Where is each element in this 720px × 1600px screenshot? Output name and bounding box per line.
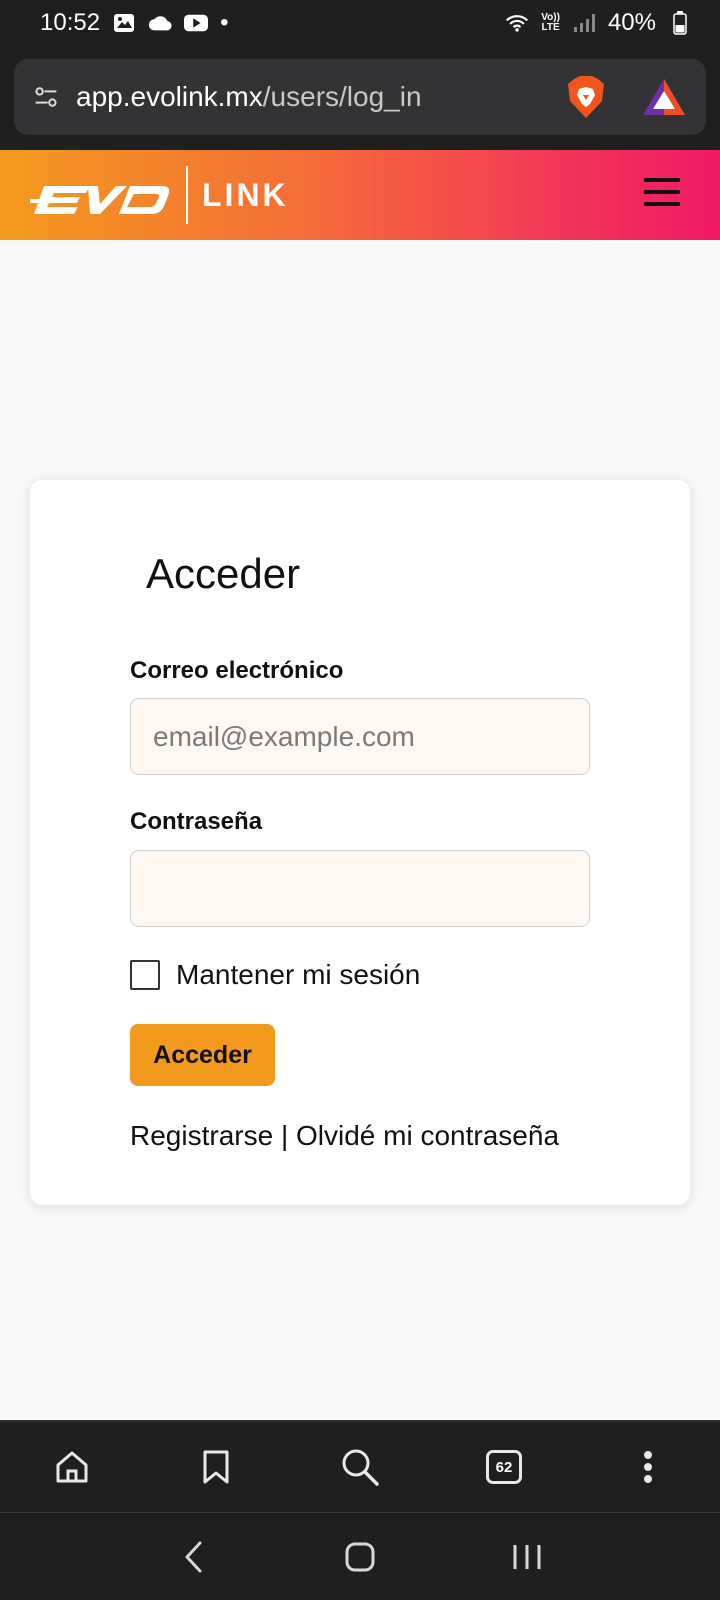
remember-me[interactable]: Mantener mi sesión	[130, 959, 420, 991]
hamburger-line	[644, 178, 680, 182]
more-button[interactable]	[620, 1439, 676, 1495]
register-link[interactable]: Registrarse	[130, 1120, 273, 1151]
status-bar: 10:52 • Vo)) LTE 40%	[0, 0, 720, 46]
forgot-password-link[interactable]: Olvidé mi contraseña	[296, 1120, 559, 1151]
submit-button[interactable]: Acceder	[130, 1024, 275, 1086]
status-time: 10:52	[40, 9, 101, 36]
gallery-icon	[112, 11, 136, 35]
bookmark-button[interactable]	[188, 1439, 244, 1495]
more-icon	[644, 1451, 652, 1483]
email-field[interactable]	[130, 698, 590, 775]
url-box[interactable]: app.evolink.mx/users/log_in	[14, 59, 706, 135]
system-nav-bar	[0, 1512, 720, 1600]
email-label: Correo electrónico	[130, 657, 344, 684]
password-field[interactable]	[130, 850, 590, 927]
remember-checkbox[interactable]	[130, 960, 160, 990]
browser-toolbar: 62	[0, 1420, 720, 1512]
wifi-icon	[505, 11, 529, 35]
home-nav-icon	[345, 1542, 375, 1571]
tabs-icon: 62	[486, 1450, 522, 1484]
password-label: Contraseña	[130, 808, 263, 835]
network-type: Vo)) LTE	[541, 13, 560, 33]
logo-divider	[186, 166, 188, 224]
login-card: Acceder Correo electrónico Contraseña Ma…	[30, 480, 690, 1205]
back-icon	[185, 1541, 202, 1572]
browser-address-bar: app.evolink.mx/users/log_in	[0, 46, 720, 150]
signal-icon	[572, 11, 596, 35]
battery-percent: 40%	[607, 9, 656, 36]
site-header: LINK	[0, 150, 720, 240]
remember-label: Mantener mi sesión	[176, 959, 421, 990]
auth-links: Registrarse | Olvidé mi contraseña	[130, 1120, 559, 1152]
bookmark-icon	[203, 1450, 229, 1484]
search-icon	[342, 1449, 379, 1486]
phone-screen: 10:52 • Vo)) LTE 40% app.evolink.mx/user…	[0, 0, 720, 1600]
cloud-icon	[148, 11, 172, 35]
site-settings-icon[interactable]	[34, 85, 58, 109]
evolink-logo[interactable]: LINK	[30, 166, 289, 224]
tabs-button[interactable]: 62	[476, 1439, 532, 1495]
login-title: Acceder	[146, 550, 301, 597]
status-dot: •	[220, 9, 229, 36]
home-icon	[56, 1451, 88, 1483]
url-path: /users/log_in	[262, 81, 422, 112]
brave-rewards-icon[interactable]	[642, 77, 686, 117]
home-nav-button[interactable]	[325, 1527, 395, 1587]
hamburger-line	[644, 202, 680, 206]
url-actions	[566, 75, 686, 119]
evo-logo-mark	[30, 186, 170, 214]
hamburger-line	[644, 190, 680, 194]
battery-icon	[668, 11, 692, 35]
brave-shield-icon[interactable]	[566, 75, 606, 119]
youtube-icon	[184, 11, 209, 35]
links-separator: |	[273, 1120, 297, 1151]
logo-word: LINK	[202, 176, 289, 213]
recents-icon	[513, 1544, 541, 1569]
search-button[interactable]	[332, 1439, 388, 1495]
status-right: Vo)) LTE 40%	[505, 9, 692, 37]
url-host: app.evolink.mx	[76, 81, 263, 112]
url-text[interactable]: app.evolink.mx/users/log_in	[76, 81, 566, 113]
home-button[interactable]	[44, 1439, 100, 1495]
recents-button[interactable]	[492, 1527, 562, 1587]
status-left: 10:52 •	[40, 9, 228, 37]
network-bottom: LTE	[541, 22, 560, 33]
menu-button[interactable]	[644, 178, 680, 210]
back-button[interactable]	[158, 1527, 228, 1587]
